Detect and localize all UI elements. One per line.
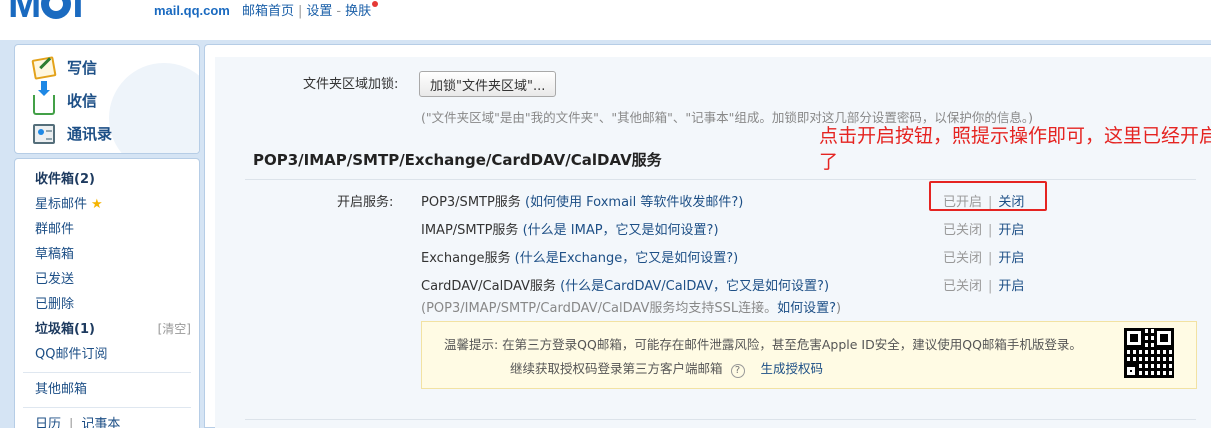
folder-spam-label: 垃圾箱(1) [35, 322, 95, 337]
qq-mail-logo[interactable]: MI [8, 0, 83, 24]
lock-folder-button[interactable]: 加锁"文件夹区域"... [419, 71, 557, 97]
folder-list: 收件箱(2) 星标邮件 ★ 群邮件 草稿箱 已发送 已删除 垃圾箱(1) [清空]… [14, 158, 200, 428]
service-exchange-status: 已关闭 | 开启 [943, 251, 1025, 266]
inbox-icon [33, 80, 55, 115]
folder-other[interactable]: 其他邮箱 [15, 377, 199, 402]
red-highlight-box [929, 181, 1047, 211]
tools-row: 日历 | 记事本 [15, 412, 199, 428]
service-carddav-status: 已关闭 | 开启 [943, 279, 1025, 294]
red-annotation: 点击开启按钮，照提示操作即可，这里已经开启了 [819, 125, 1211, 173]
star-icon: ★ [91, 197, 103, 212]
service-help-link[interactable]: (什么是CardDAV/CalDAV，它又是如何设置?) [560, 279, 829, 294]
folder-subscriptions[interactable]: QQ邮件订阅 [15, 342, 199, 367]
home-link[interactable]: 邮箱首页 [242, 4, 294, 19]
tip-line-2-text: 继续获取授权码登录第三方客户端邮箱 [510, 361, 723, 376]
quick-actions-panel: 写信 收信 通讯录 [14, 44, 200, 154]
folder-starred-label: 星标邮件 [35, 197, 88, 212]
status-text: 已关闭 [943, 279, 983, 294]
contacts-button[interactable]: 通讯录 [15, 117, 199, 150]
section-divider [245, 179, 1196, 180]
service-name: Exchange服务 [421, 251, 511, 266]
service-help-link[interactable]: (如何使用 Foxmail 等软件收发邮件?) [525, 195, 743, 210]
folder-drafts[interactable]: 草稿箱 [15, 242, 199, 267]
skin-link[interactable]: 换肤 [345, 4, 371, 19]
new-dot-icon [372, 1, 379, 7]
enable-exchange-button[interactable]: 开启 [998, 251, 1024, 266]
service-help-link[interactable]: (什么是 IMAP，它又是如何设置?) [523, 223, 719, 238]
folder-lock-label: 文件夹区域加锁: [303, 77, 399, 92]
ssl-note-text: (POP3/IMAP/SMTP/CardDAV/CalDAV服务均支持SSL连接… [421, 301, 778, 316]
tip-line-1: 温馨提示: 在第三方登录QQ邮箱，可能存在邮件泄露风险，甚至危害Apple ID… [444, 337, 1082, 352]
contacts-icon [33, 123, 55, 144]
settings-main: 文件夹区域加锁: 加锁"文件夹区域"... ("文件夹区域"是由"我的文件夹"、… [204, 44, 1211, 428]
logo-mark: MI [8, 0, 83, 24]
service-name: CardDAV/CalDAV服务 [421, 279, 556, 294]
sidebar-divider [23, 372, 191, 373]
header-links: 邮箱首页 | 设置 - 换肤 [242, 0, 379, 19]
section-divider-bottom [245, 419, 1196, 420]
services-label: 开启服务: [337, 195, 394, 210]
generate-auth-code-link[interactable]: 生成授权码 [760, 361, 823, 376]
status-text: 已关闭 [943, 223, 983, 238]
settings-content: 文件夹区域加锁: 加锁"文件夹区域"... ("文件夹区域"是由"我的文件夹"、… [215, 57, 1211, 428]
enable-imap-button[interactable]: 开启 [998, 223, 1024, 238]
security-tip-box: 温馨提示: 在第三方登录QQ邮箱，可能存在邮件泄露风险，甚至危害Apple ID… [421, 321, 1197, 389]
folder-inbox[interactable]: 收件箱(2) [15, 167, 199, 192]
ssl-help-link[interactable]: 如何设置? [777, 301, 836, 316]
clear-spam-link[interactable]: [清空] [158, 317, 191, 342]
ssl-note-end: ) [836, 301, 842, 316]
receive-button[interactable]: 收信 [15, 80, 199, 117]
receive-label: 收信 [67, 92, 98, 110]
folder-deleted[interactable]: 已删除 [15, 292, 199, 317]
tip-line-2: 继续获取授权码登录第三方客户端邮箱 ? 生成授权码 [510, 358, 823, 378]
status-text: 已关闭 [943, 251, 983, 266]
compose-icon [31, 55, 57, 80]
settings-link[interactable]: 设置 [306, 4, 332, 19]
qr-code-icon [1124, 328, 1174, 378]
service-exchange: Exchange服务 (什么是Exchange，它又是如何设置?) [421, 247, 738, 266]
folder-group[interactable]: 群邮件 [15, 217, 199, 242]
enable-carddav-button[interactable]: 开启 [998, 279, 1024, 294]
folder-spam[interactable]: 垃圾箱(1) [清空] [15, 317, 199, 342]
service-imap-status: 已关闭 | 开启 [943, 223, 1025, 238]
service-help-link[interactable]: (什么是Exchange，它又是如何设置?) [515, 251, 739, 266]
logo-domain: mail.qq.com [154, 3, 230, 18]
folder-sent[interactable]: 已发送 [15, 267, 199, 292]
service-name: IMAP/SMTP服务 [421, 223, 519, 238]
service-carddav: CardDAV/CalDAV服务 (什么是CardDAV/CalDAV，它又是如… [421, 275, 829, 294]
help-icon[interactable]: ? [730, 364, 745, 378]
compose-label: 写信 [67, 59, 98, 77]
service-name: POP3/SMTP服务 [421, 195, 521, 210]
section-title: POP3/IMAP/SMTP/Exchange/CardDAV/CalDAV服务 [253, 151, 662, 169]
contacts-label: 通讯录 [67, 125, 113, 143]
ssl-note: (POP3/IMAP/SMTP/CardDAV/CalDAV服务均支持SSL连接… [421, 297, 841, 316]
notes-link[interactable]: 记事本 [81, 417, 120, 428]
compose-button[interactable]: 写信 [15, 51, 199, 84]
folder-starred[interactable]: 星标邮件 ★ [15, 192, 199, 217]
service-imap: IMAP/SMTP服务 (什么是 IMAP，它又是如何设置?) [421, 219, 719, 238]
sidebar-divider [23, 407, 191, 408]
calendar-link[interactable]: 日历 [35, 417, 61, 428]
top-bar: MI mail.qq.com 邮箱首页 | 设置 - 换肤 [0, 0, 1211, 40]
sidebar: 写信 收信 通讯录 收件箱(2) 星标邮件 ★ 群邮件 草稿箱 已发送 已删除 垃… [14, 44, 200, 428]
service-pop3: POP3/SMTP服务 (如何使用 Foxmail 等软件收发邮件?) [421, 191, 743, 210]
